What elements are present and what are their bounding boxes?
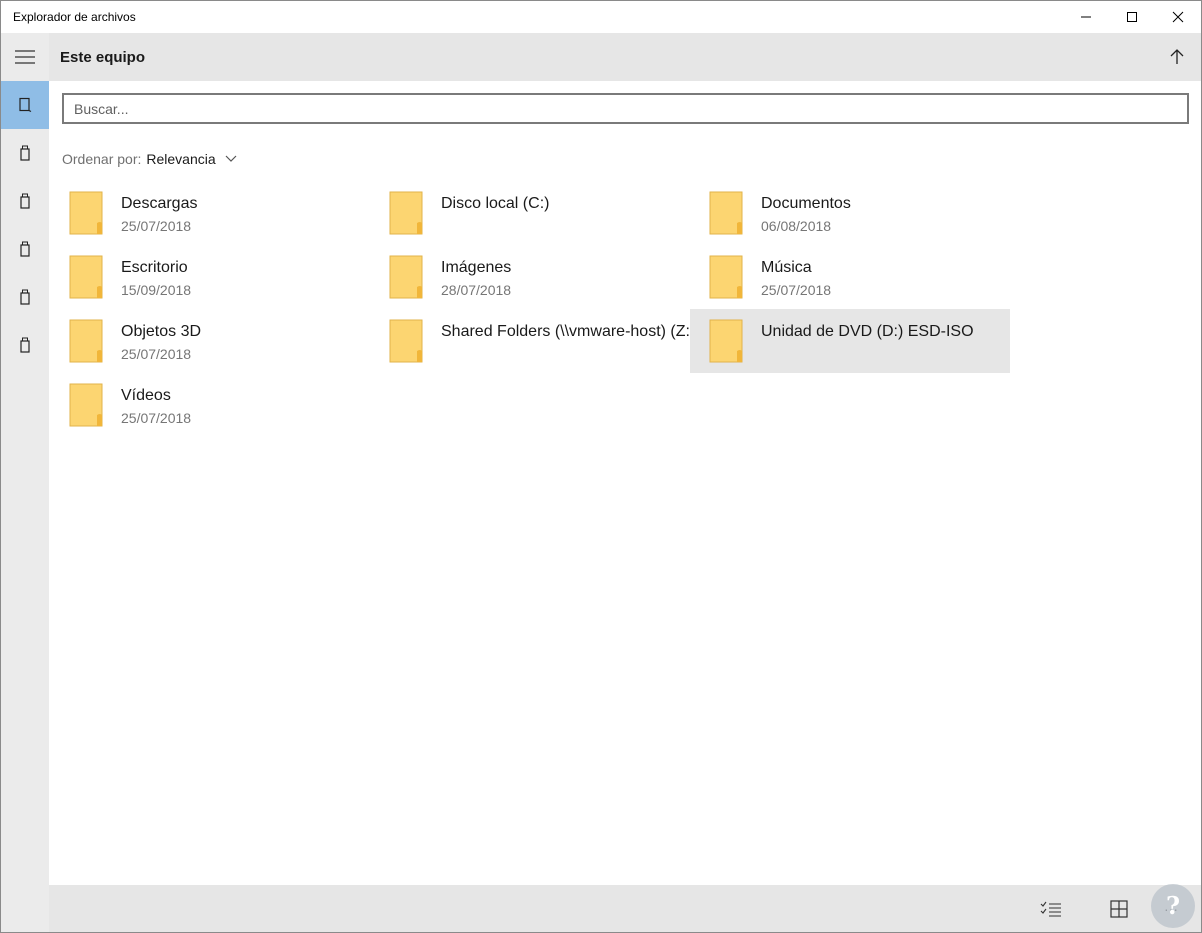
checklist-icon [1040, 901, 1061, 917]
usb-drive-icon [20, 289, 30, 305]
location-header: Este equipo [49, 33, 1201, 81]
folder-name: Objetos 3D [121, 323, 202, 340]
sidebar-item-this-pc[interactable] [1, 81, 49, 129]
folder-item[interactable]: Imágenes 28/07/2018 [370, 245, 690, 309]
sidebar-item-drive-4[interactable] [1, 273, 49, 321]
folder-date: 25/07/2018 [121, 346, 192, 362]
sidebar-item-drive-1[interactable] [1, 129, 49, 177]
navigation-sidebar [1, 33, 49, 932]
tablet-device-icon [19, 97, 32, 113]
close-button[interactable] [1155, 1, 1201, 33]
folder-date: 15/09/2018 [121, 282, 192, 298]
folder-icon [389, 191, 423, 235]
maximize-icon [1127, 12, 1137, 22]
minimize-button[interactable] [1063, 1, 1109, 33]
folder-name: Escritorio [121, 259, 188, 276]
folder-icon [69, 191, 103, 235]
hamburger-icon [15, 50, 35, 64]
folder-name: Vídeos [121, 387, 171, 404]
drive-item[interactable]: Disco local (C:) [370, 181, 690, 245]
drive-item[interactable]: Shared Folders (\\vmware-host) (Z:) [370, 309, 690, 373]
search-input[interactable] [62, 93, 1189, 124]
sidebar-item-drive-3[interactable] [1, 225, 49, 273]
up-button[interactable] [1161, 41, 1193, 73]
hamburger-menu-button[interactable] [1, 33, 49, 81]
watermark-logo: ? [1151, 884, 1195, 928]
folder-icon [389, 319, 423, 363]
folder-name: Unidad de DVD (D:) ESD-ISO [761, 323, 974, 340]
folder-name: Música [761, 259, 812, 276]
folder-date: 25/07/2018 [761, 282, 832, 298]
close-icon [1172, 11, 1184, 23]
folder-date: 25/07/2018 [121, 410, 192, 426]
folder-item[interactable]: Vídeos 25/07/2018 [50, 373, 370, 437]
chevron-down-icon [225, 155, 237, 162]
folder-name: Disco local (C:) [441, 195, 550, 212]
folder-icon [709, 191, 743, 235]
folder-icon [69, 319, 103, 363]
folder-date: 06/08/2018 [761, 218, 832, 234]
usb-drive-icon [20, 241, 30, 257]
folder-name: Descargas [121, 195, 198, 212]
sidebar-item-drive-2[interactable] [1, 177, 49, 225]
folder-name: Imágenes [441, 259, 512, 276]
drive-item-selected[interactable]: Unidad de DVD (D:) ESD-ISO [690, 309, 1010, 373]
svg-text:?: ? [1166, 891, 1180, 920]
usb-drive-icon [20, 145, 30, 161]
maximize-button[interactable] [1109, 1, 1155, 33]
folder-name: Documentos [761, 195, 851, 212]
folder-icon [69, 383, 103, 427]
bottom-command-bar: ··· [49, 885, 1201, 932]
title-bar: Explorador de archivos [1, 1, 1201, 33]
usb-drive-icon [20, 193, 30, 209]
sort-value: Relevancia [146, 151, 216, 167]
folder-icon [389, 255, 423, 299]
page-title: Este equipo [60, 49, 146, 66]
folder-icon [69, 255, 103, 299]
folder-item[interactable]: Escritorio 15/09/2018 [50, 245, 370, 309]
tile-view-button[interactable] [1103, 893, 1135, 925]
file-explorer-window: Explorador de archivos Este equipo Busca… [0, 0, 1202, 933]
sidebar-item-drive-5[interactable] [1, 321, 49, 369]
minimize-icon [1081, 16, 1091, 18]
usb-drive-icon [20, 337, 30, 353]
sort-dropdown[interactable]: Ordenar por: Relevancia [62, 151, 237, 167]
folder-icon [709, 255, 743, 299]
sort-label: Ordenar por: [62, 151, 142, 167]
folder-item[interactable]: Objetos 3D 25/07/2018 [50, 309, 370, 373]
folder-date: 28/07/2018 [441, 282, 512, 298]
select-items-button[interactable] [1035, 893, 1067, 925]
folder-item[interactable]: Documentos 06/08/2018 [690, 181, 1010, 245]
folder-name: Shared Folders (\\vmware-host) (Z:) [441, 323, 690, 340]
grid-view-icon [1110, 900, 1128, 918]
folder-date: 25/07/2018 [121, 218, 192, 234]
folder-icon [709, 319, 743, 363]
folder-item[interactable]: Descargas 25/07/2018 [50, 181, 370, 245]
arrow-up-icon [1170, 49, 1184, 64]
folder-item[interactable]: Música 25/07/2018 [690, 245, 1010, 309]
window-title: Explorador de archivos [13, 10, 136, 24]
